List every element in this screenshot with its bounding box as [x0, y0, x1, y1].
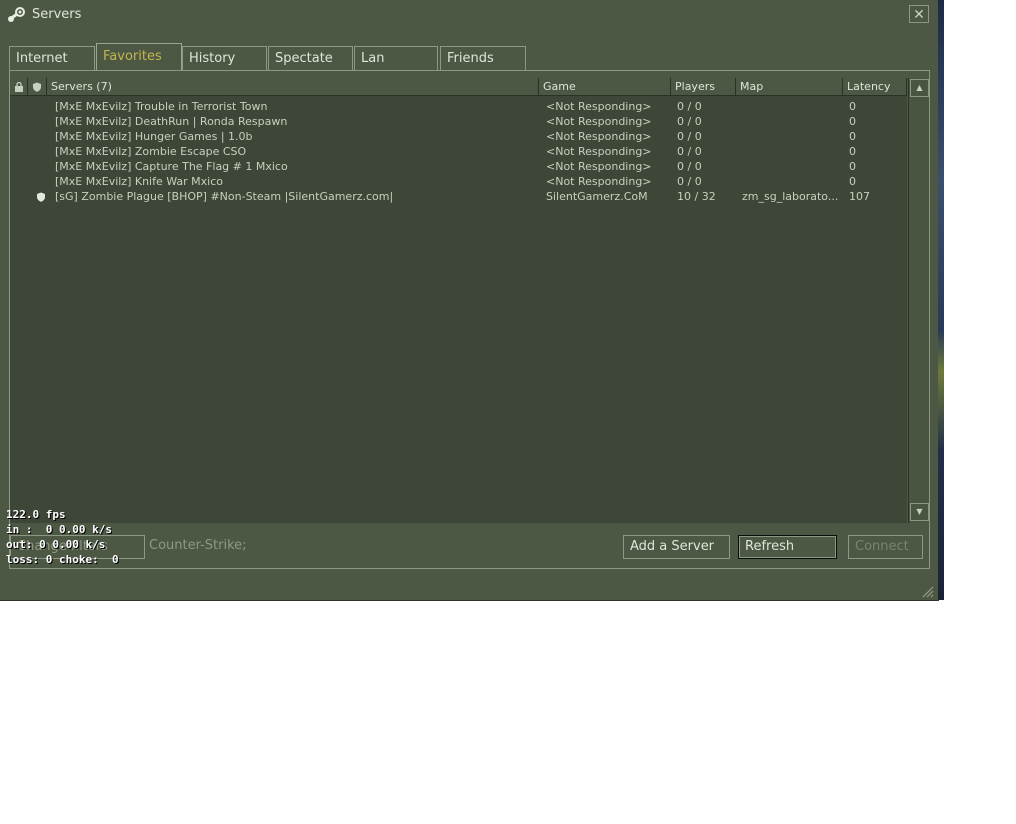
- table-row[interactable]: [MxE MxEvilz] Zombie Escape CSO <Not Res…: [10, 144, 907, 159]
- hud-loss: loss: 0 choke: 0: [6, 553, 119, 566]
- server-players: 10 / 32: [677, 190, 716, 203]
- game-background: [938, 0, 944, 600]
- refresh-button[interactable]: Refresh: [738, 535, 837, 559]
- server-name: [MxE MxEvilz] Capture The Flag # 1 Mxico: [55, 160, 288, 173]
- tab-friends[interactable]: Friends: [440, 46, 526, 70]
- column-header-servers[interactable]: Servers (7): [47, 78, 539, 96]
- server-game: <Not Responding>: [546, 175, 652, 188]
- table-row[interactable]: [MxE MxEvilz] Hunger Games | 1.0b <Not R…: [10, 129, 907, 144]
- column-header-secure[interactable]: [28, 78, 47, 96]
- table-row[interactable]: [MxE MxEvilz] Capture The Flag # 1 Mxico…: [10, 159, 907, 174]
- tab-history[interactable]: History: [182, 46, 267, 70]
- server-latency: 0: [849, 100, 856, 113]
- column-header-latency[interactable]: Latency: [843, 78, 907, 96]
- server-name: [MxE MxEvilz] Zombie Escape CSO: [55, 145, 247, 158]
- server-name: [MxE MxEvilz] Hunger Games | 1.0b: [55, 130, 253, 143]
- server-name: [MxE MxEvilz] Trouble in Terrorist Town: [55, 100, 268, 113]
- column-header-game[interactable]: Game: [539, 78, 671, 96]
- window-title: Servers: [32, 7, 82, 22]
- server-latency: 0: [849, 115, 856, 128]
- server-name: [MxE MxEvilz] DeathRun | Ronda Respawn: [55, 115, 288, 128]
- tab-favorites[interactable]: Favorites: [96, 43, 182, 71]
- server-players: 0 / 0: [677, 160, 702, 173]
- server-latency: 0: [849, 175, 856, 188]
- server-latency: 0: [849, 145, 856, 158]
- server-name: [sG] Zombie Plague [BHOP] #Non-Steam |Si…: [55, 190, 394, 203]
- server-list[interactable]: Servers (7) Game Players Map Latency [Mx…: [10, 78, 907, 523]
- list-scrollbar[interactable]: ▲ ▼: [908, 78, 929, 523]
- tab-spectate[interactable]: Spectate: [268, 46, 353, 70]
- hud-out: out: 0 0.00 k/s: [6, 538, 106, 551]
- server-map: zm_sg_laborato...: [742, 190, 839, 203]
- title-bar[interactable]: Servers ✕: [0, 0, 938, 30]
- lock-icon: [14, 81, 23, 92]
- column-header-lock[interactable]: [10, 78, 28, 96]
- table-row[interactable]: [MxE MxEvilz] DeathRun | Ronda Respawn <…: [10, 114, 907, 129]
- server-game: <Not Responding>: [546, 115, 652, 128]
- server-players: 0 / 0: [677, 115, 702, 128]
- server-players: 0 / 0: [677, 145, 702, 158]
- server-game: <Not Responding>: [546, 100, 652, 113]
- steam-icon: [8, 7, 25, 22]
- scroll-up-icon[interactable]: ▲: [910, 79, 929, 97]
- server-players: 0 / 0: [677, 130, 702, 143]
- hud-fps: 122.0 fps: [6, 508, 66, 521]
- server-latency: 0: [849, 160, 856, 173]
- server-game: <Not Responding>: [546, 130, 652, 143]
- server-game: <Not Responding>: [546, 145, 652, 158]
- server-players: 0 / 0: [677, 175, 702, 188]
- column-header-players[interactable]: Players: [671, 78, 736, 96]
- shield-icon: [33, 82, 41, 92]
- table-row[interactable]: [sG] Zombie Plague [BHOP] #Non-Steam |Si…: [10, 189, 907, 204]
- scroll-down-icon[interactable]: ▼: [910, 503, 929, 521]
- server-game: <Not Responding>: [546, 160, 652, 173]
- filter-summary: Counter-Strike;: [149, 538, 247, 553]
- table-row[interactable]: [MxE MxEvilz] Trouble in Terrorist Town …: [10, 99, 907, 114]
- add-server-button[interactable]: Add a Server: [623, 535, 730, 559]
- server-latency: 107: [849, 190, 870, 203]
- connect-button[interactable]: Connect: [848, 535, 923, 559]
- server-name: [MxE MxEvilz] Knife War Mxico: [55, 175, 224, 188]
- server-players: 0 / 0: [677, 100, 702, 113]
- servers-window: Servers ✕ Internet Favorites History Spe…: [0, 0, 939, 601]
- table-row[interactable]: [MxE MxEvilz] Knife War Mxico <Not Respo…: [10, 174, 907, 189]
- tab-lan[interactable]: Lan: [354, 46, 438, 70]
- server-game: SilentGamerz.CoM: [546, 190, 648, 203]
- close-button[interactable]: ✕: [909, 5, 929, 23]
- tab-internet[interactable]: Internet: [9, 46, 95, 70]
- column-header-map[interactable]: Map: [736, 78, 843, 96]
- resize-grip-icon[interactable]: [920, 584, 934, 598]
- hud-in: in : 0 0.00 k/s: [6, 523, 112, 536]
- server-latency: 0: [849, 130, 856, 143]
- secure-shield-icon: [37, 192, 45, 202]
